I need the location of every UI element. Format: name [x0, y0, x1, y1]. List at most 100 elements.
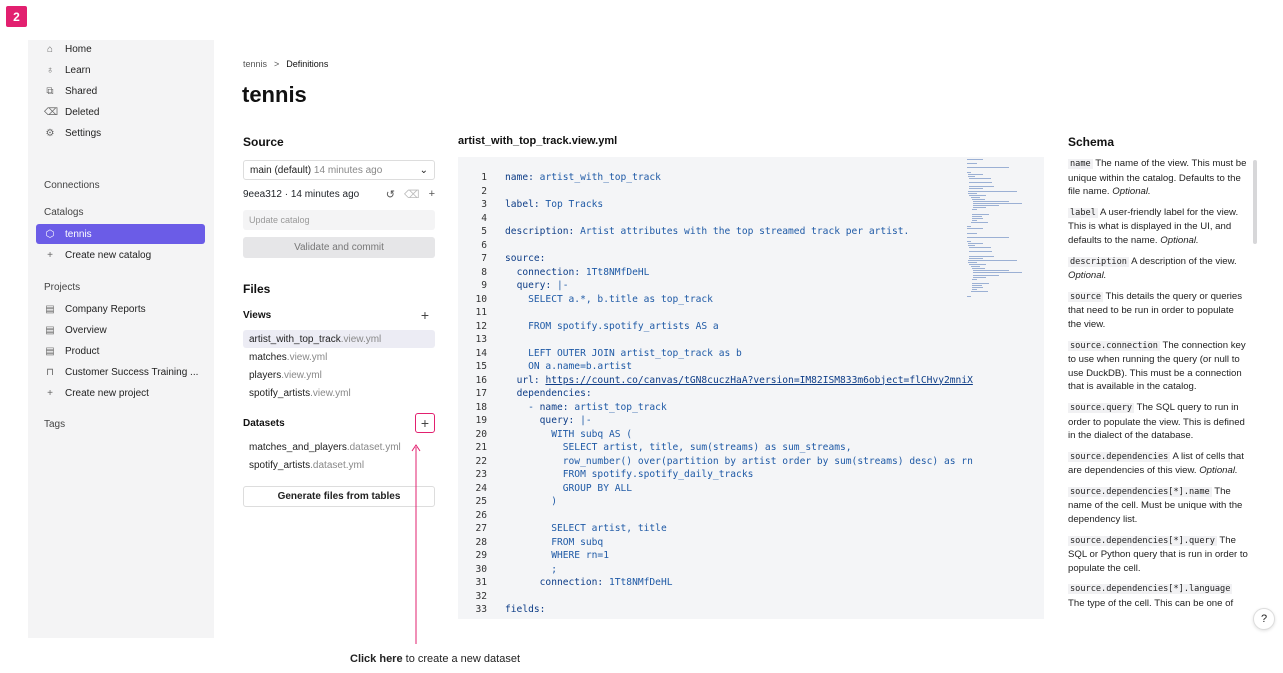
callout-bold: Click here: [350, 653, 403, 665]
sidebar-item-settings[interactable]: ⚙ Settings: [36, 123, 205, 143]
annotation-arrow: [415, 447, 417, 644]
line-number: 17: [475, 388, 487, 399]
line-number: 24: [475, 482, 487, 494]
line-text: query: |-: [516, 280, 569, 291]
lock-icon: ⊓: [46, 366, 54, 378]
minimap-line: [971, 215, 982, 217]
sidebar-item-overview[interactable]: ▤ Overview: [36, 320, 205, 340]
line-number: 5: [481, 226, 487, 237]
create-project-button[interactable]: + Create new project: [36, 383, 205, 403]
schema-desc: The type of the cell. This can be one of: [1068, 598, 1234, 610]
file-item[interactable]: spotify_artists .dataset.yml: [243, 456, 435, 474]
branch-name: main (default): [250, 164, 312, 176]
line-number: 26: [475, 509, 487, 521]
help-button[interactable]: ?: [1253, 608, 1275, 630]
sidebar-item-label: Home: [65, 43, 92, 55]
line-number: 6: [481, 239, 487, 251]
editor-minimap[interactable]: [967, 157, 1027, 297]
line-number: 3: [481, 199, 487, 210]
schema-item: source.query The SQL query to run in ord…: [1068, 401, 1248, 443]
sidebar-item-home[interactable]: ⌂ Home: [36, 39, 205, 59]
line-text: SELECT a.*, b.title as top_track: [505, 293, 713, 305]
update-catalog-input[interactable]: Update catalog: [243, 210, 435, 230]
shared-icon: ⧉: [46, 85, 54, 97]
validate-commit-button[interactable]: Validate and commit: [243, 237, 435, 258]
line-number: 33: [475, 604, 487, 615]
line-text: description: Artist attributes with the …: [505, 226, 910, 237]
file-name: spotify_artists: [249, 459, 311, 471]
minimap-line: [973, 274, 999, 276]
minimap-line: [968, 192, 978, 194]
url-link[interactable]: https://count.co/canvas/tGN8cuczHaA?vers…: [545, 375, 972, 386]
minimap-line: [967, 159, 984, 160]
add-view-button[interactable]: +: [415, 305, 435, 325]
minimap-line: [968, 245, 975, 247]
schema-scrollbar[interactable]: [1253, 160, 1257, 244]
trash-icon[interactable]: ⌫: [404, 188, 420, 201]
projects-header: Projects: [44, 282, 81, 293]
minimap-line: [969, 188, 983, 190]
file-item[interactable]: spotify_artists .view.yml: [243, 384, 435, 402]
minimap-line: [969, 251, 992, 253]
sidebar-item-company-reports[interactable]: ▤ Company Reports: [36, 299, 205, 319]
sidebar-item-learn[interactable]: ♁ Learn: [36, 60, 205, 80]
breadcrumb-root[interactable]: tennis: [243, 59, 267, 69]
schema-key: description: [1068, 256, 1129, 267]
minimap-line: [973, 207, 987, 209]
editor-filename: artist_with_top_track.view.yml: [458, 135, 618, 147]
minimap-line: [968, 259, 1017, 261]
plus-icon[interactable]: +: [429, 188, 435, 201]
minimap-line: [967, 163, 978, 165]
branch-time: 14 minutes ago: [313, 164, 383, 176]
minimap-line: [970, 266, 980, 268]
line-number: 16: [475, 374, 487, 386]
line-text: dependencies:: [516, 388, 592, 399]
callout-rest: to create a new dataset: [402, 653, 521, 665]
file-item[interactable]: artist_with_top_track .view.yml: [243, 330, 435, 348]
add-dataset-button[interactable]: +: [415, 413, 435, 433]
sidebar-item-customer-success[interactable]: ⊓ Customer Success Training ...: [36, 362, 205, 382]
file-item[interactable]: players .view.yml: [243, 366, 435, 384]
line-number: 9: [481, 280, 487, 291]
line-text: LEFT OUTER JOIN artist_top_track as b: [505, 347, 742, 359]
minimap-line: [969, 257, 983, 259]
branch-select[interactable]: main (default) 14 minutes ago ⌄: [243, 160, 435, 180]
line-number: 20: [475, 428, 487, 440]
schema-optional: Optional.: [1160, 234, 1199, 246]
schema-key: source.query: [1068, 402, 1135, 413]
code-editor[interactable]: 1 name: artist_with_top_track 2 3 label: Top…: [458, 157, 1044, 619]
create-catalog-button[interactable]: + Create new catalog: [36, 245, 205, 265]
minimap-line: [971, 287, 983, 289]
sidebar-item-label: Learn: [65, 64, 91, 76]
history-icon[interactable]: ↺: [386, 188, 395, 201]
file-item[interactable]: matches .view.yml: [243, 348, 435, 366]
schema-item: name The name of the view. This must be …: [1068, 157, 1248, 199]
file-item[interactable]: matches_and_players .dataset.yml: [243, 438, 435, 456]
document-icon: ▤: [45, 324, 55, 336]
tags-header[interactable]: Tags: [44, 419, 65, 430]
page-title: tennis: [242, 82, 307, 107]
line-text: connection: 1Tt8NMfDeHL: [539, 577, 673, 588]
minimap-line: [968, 243, 984, 244]
generate-files-button[interactable]: Generate files from tables: [243, 486, 435, 507]
line-text: query: |-: [539, 415, 592, 426]
catalog-icon: ⬡: [45, 228, 55, 240]
breadcrumb-current: Definitions: [286, 59, 329, 69]
schema-item: label A user-friendly label for the view…: [1068, 206, 1248, 248]
minimap-line: [968, 190, 1017, 192]
lightbulb-icon: ♁: [46, 64, 54, 76]
connections-header[interactable]: Connections: [44, 180, 100, 191]
sidebar-item-product[interactable]: ▤ Product: [36, 341, 205, 361]
file-name: players: [249, 369, 282, 381]
minimap-line: [971, 213, 989, 215]
minimap-line: [971, 219, 978, 221]
plus-icon: +: [47, 387, 53, 399]
file-ext: .dataset.yml: [310, 459, 365, 471]
sidebar-item-deleted[interactable]: ⌫ Deleted: [36, 102, 205, 122]
sidebar-item-label: Company Reports: [65, 303, 146, 315]
sidebar-item-tennis[interactable]: ⬡ tennis: [36, 224, 205, 244]
datasets-label: Datasets: [243, 418, 285, 429]
sidebar-item-shared[interactable]: ⧉ Shared: [36, 81, 205, 101]
line-number: 25: [475, 496, 487, 507]
commit-row: 9eea312 · 14 minutes ago ↺ ⌫ +: [243, 188, 435, 201]
